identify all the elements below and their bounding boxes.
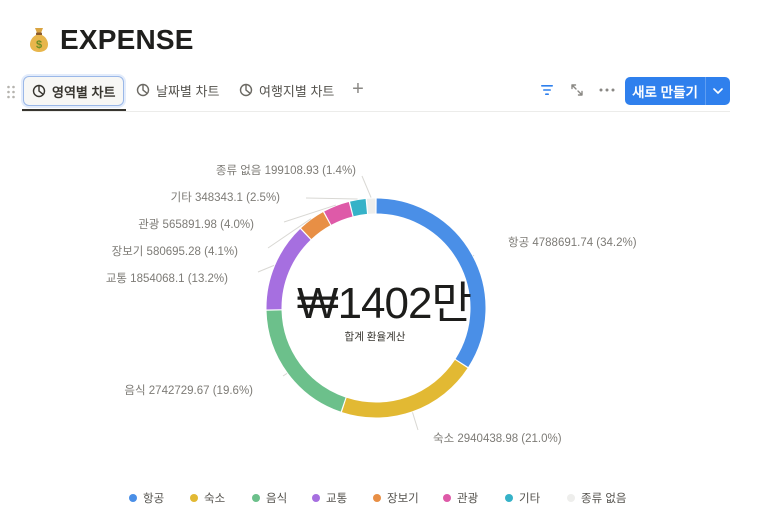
leader-line-교통 — [257, 264, 275, 273]
slice-장보기[interactable] — [301, 212, 331, 240]
slice-label-장보기: 장보기 580695.28 (4.1%) — [112, 245, 239, 258]
slice-label-음식: 음식 2742729.67 (19.6%) — [124, 384, 253, 397]
leader-line-음식 — [282, 373, 288, 377]
legend-item-장보기[interactable]: 장보기 — [387, 492, 419, 505]
slice-label-항공: 항공 4788691.74 (34.2%) — [508, 236, 637, 249]
legend-item-기타[interactable]: 기타 — [519, 492, 541, 505]
leader-line-기타 — [305, 197, 358, 200]
legend-swatch-종류-없음 — [567, 494, 575, 502]
legend-item-교통[interactable]: 교통 — [326, 492, 347, 505]
slice-label-관광: 관광 565891.98 (4.0%) — [138, 218, 254, 231]
legend-item-숙소[interactable]: 숙소 — [204, 492, 225, 505]
donut-chart: 항공 4788691.74 (34.2%) 숙소 2940438.98 (21.0… — [106, 164, 637, 505]
legend-item-관광[interactable]: 관광 — [457, 492, 479, 505]
chart-legend: 항공 숙소 음식 교통 장보기 관광 기타 종류 없음 — [129, 492, 627, 505]
legend-swatch-기타 — [505, 494, 513, 502]
slice-관광[interactable] — [324, 201, 353, 225]
legend-item-종류-없음[interactable]: 종류 없음 — [581, 492, 627, 505]
leader-line-항공 — [472, 254, 475, 257]
slice-label-교통: 교통 1854068.1 (13.2%) — [106, 272, 228, 285]
legend-swatch-항공 — [129, 494, 137, 502]
legend-swatch-교통 — [312, 494, 320, 502]
slice-label-숙소: 숙소 2940438.98 (21.0%) — [433, 432, 562, 445]
legend-swatch-관광 — [443, 494, 451, 502]
legend-item-음식[interactable]: 음식 — [266, 492, 287, 505]
leader-line-숙소 — [412, 412, 419, 431]
legend-item-항공[interactable]: 항공 — [143, 492, 164, 505]
slice-기타[interactable] — [350, 198, 368, 217]
slice-label-종류-없음: 종류 없음 199108.93 (1.4%) — [216, 164, 356, 177]
legend-swatch-장보기 — [373, 494, 381, 502]
center-caption: 합계 환율계산 — [345, 331, 406, 343]
leader-line-종류-없음 — [361, 175, 372, 198]
slice-숙소[interactable] — [341, 359, 468, 418]
slice-label-기타: 기타 348343.1 (2.5%) — [171, 191, 281, 204]
legend-swatch-숙소 — [190, 494, 198, 502]
center-total-value: ₩1402만 — [297, 279, 471, 328]
legend-swatch-음식 — [252, 494, 260, 502]
